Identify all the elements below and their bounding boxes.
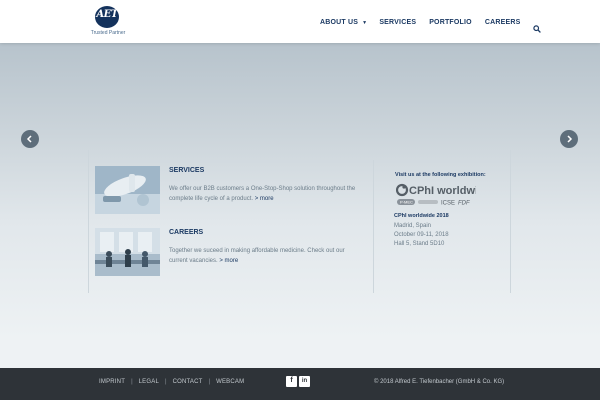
careers-more-link[interactable]: > more <box>219 258 238 264</box>
footer-separator: | <box>165 379 167 385</box>
services-title[interactable]: SERVICES <box>169 167 204 174</box>
cphi-logo-text: CPhI worldwide <box>409 185 476 197</box>
footer-link-contact[interactable]: CONTACT <box>173 379 203 385</box>
content-divider-middle <box>373 160 374 293</box>
content-divider-right <box>510 150 511 293</box>
icse-logo-text: ICSE <box>441 201 455 207</box>
careers-text: Together we suceed in making affordable … <box>169 246 359 266</box>
content-divider-left <box>88 150 89 293</box>
exhibition-heading: Visit us at the following exhibition: <box>395 172 486 178</box>
fdf-logo-text: FDF <box>458 201 470 207</box>
footer-link-legal[interactable]: LEGAL <box>139 379 159 385</box>
logo-mark-text: AET <box>96 9 118 20</box>
footer-separator: | <box>131 379 133 385</box>
search-icon[interactable] <box>533 18 542 33</box>
copyright-text: © 2018 Alfred E. Tiefenbacher (GmbH & Co… <box>374 379 505 385</box>
services-image[interactable] <box>95 166 160 214</box>
linkedin-icon[interactable]: in <box>299 376 310 387</box>
footer-link-imprint[interactable]: IMPRINT <box>99 379 125 385</box>
logo-tagline: Trusted Partner <box>90 30 126 36</box>
services-text: We offer our B2B customers a One-Stop-Sh… <box>169 184 359 204</box>
careers-title[interactable]: CAREERS <box>169 229 203 236</box>
main-nav: ABOUT US ▼ SERVICES PORTFOLIO CAREERS <box>320 16 542 33</box>
nav-services[interactable]: SERVICES <box>379 19 416 26</box>
nav-portfolio[interactable]: PORTFOLIO <box>429 19 472 26</box>
exhibition-title: CPhI worldwide 2018 <box>394 213 449 219</box>
logo-mark: AET <box>95 6 119 28</box>
cphi-logo[interactable]: CPhI worldwide P-MEC ICSE FDF <box>395 182 491 210</box>
aet-logo[interactable]: AET Trusted Partner <box>88 6 128 38</box>
facebook-glyph: f <box>290 377 293 384</box>
nav-about-us-label: ABOUT US <box>320 18 359 26</box>
nav-about-us[interactable]: ABOUT US ▼ <box>320 19 367 26</box>
slider-next-button[interactable] <box>560 130 578 148</box>
pmec-logo-text: P-MEC <box>400 200 413 205</box>
exhibition-city: Madrid, Spain <box>394 223 432 229</box>
site-header: AET Trusted Partner ABOUT US ▼ SERVICES P… <box>0 0 600 43</box>
footer-link-webcam[interactable]: WEBCAM <box>216 379 244 385</box>
footer-separator: | <box>208 379 211 385</box>
careers-description: Together we suceed in making affordable … <box>169 248 345 264</box>
careers-image[interactable] <box>95 228 160 276</box>
footer-links: IMPRINT | LEGAL | CONTACT | WEBCAM <box>99 379 244 385</box>
slider-prev-button[interactable] <box>21 130 39 148</box>
chevron-left-icon <box>26 135 32 143</box>
chevron-right-icon <box>567 135 573 143</box>
exhibition-dates: October 09-11, 2018 <box>394 232 449 238</box>
facebook-icon[interactable]: f <box>286 376 297 387</box>
services-more-link[interactable]: > more <box>255 196 274 202</box>
nav-careers[interactable]: CAREERS <box>485 19 521 26</box>
site-footer: IMPRINT | LEGAL | CONTACT | WEBCAM f in … <box>0 368 600 400</box>
chevron-down-icon: ▼ <box>362 19 368 26</box>
linkedin-glyph: in <box>301 378 308 384</box>
exhibition-stand: Hall 5, Stand 5D10 <box>394 241 445 247</box>
